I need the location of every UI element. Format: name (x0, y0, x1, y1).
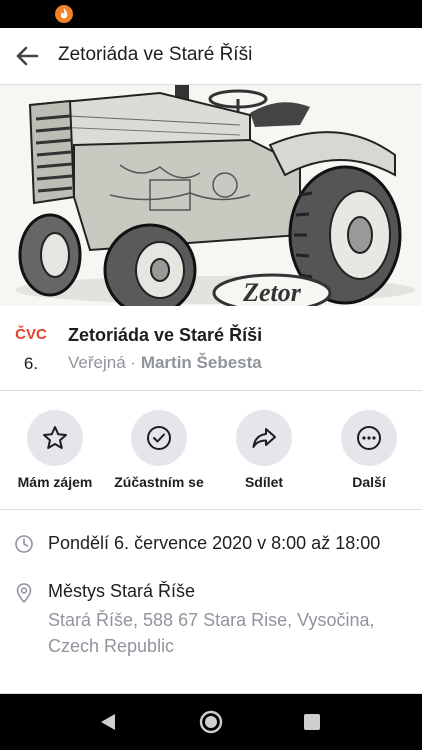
page-title: Zetoriáda ve Staré Říši (58, 44, 253, 65)
event-location-row[interactable]: Městys Stará Říše Stará Říše, 588 67 Sta… (0, 578, 422, 668)
star-icon (43, 426, 67, 449)
status-bar (0, 0, 422, 28)
event-title: Zetoriáda ve Staré Říši (68, 325, 263, 345)
nav-back-icon[interactable] (98, 712, 118, 732)
meta-separator: · (130, 353, 137, 372)
event-date-month: ČVC (15, 326, 47, 343)
event-host-link[interactable]: Martin Šebesta (141, 353, 262, 372)
going-button[interactable]: Zúčastním se (104, 410, 214, 500)
share-button[interactable]: Sdílet (209, 410, 319, 500)
more-button[interactable]: Další (314, 410, 422, 500)
clock-icon (15, 535, 33, 553)
nav-home-icon[interactable] (199, 710, 223, 734)
nav-recent-apps-icon[interactable] (304, 714, 320, 730)
more-button-circle[interactable] (341, 410, 397, 466)
system-navigation-bar (0, 694, 422, 750)
event-actions: Mám zájem Zúčastním se Sdílet Další (0, 391, 422, 510)
share-button-circle[interactable] (236, 410, 292, 466)
event-datetime-row[interactable]: Pondělí 6. července 2020 v 8:00 až 18:00 (0, 530, 422, 560)
more-icon (357, 426, 381, 450)
app-notification-icon (55, 5, 73, 23)
back-arrow-icon[interactable] (14, 44, 40, 68)
more-label: Další (352, 474, 386, 490)
going-button-circle[interactable] (131, 410, 187, 466)
share-icon (252, 428, 276, 448)
interested-label: Mám zájem (17, 474, 93, 490)
location-pin-icon (16, 583, 32, 604)
app-bar: Zetoriáda ve Staré Říši (0, 28, 422, 85)
event-datetime: Pondělí 6. července 2020 v 8:00 až 18:00 (48, 533, 381, 553)
interested-button-circle[interactable] (27, 410, 83, 466)
zetor-logo: Zetor (242, 278, 302, 306)
event-details: Pondělí 6. července 2020 v 8:00 až 18:00… (0, 510, 422, 694)
tractor-illustration: Zetor (0, 85, 422, 306)
check-circle-icon (147, 426, 171, 450)
event-meta: Veřejná · Martin Šebesta (68, 353, 262, 373)
event-cover-photo[interactable]: Zetor (0, 85, 422, 306)
event-date-day: 6. (23, 354, 39, 373)
event-place-address: Stará Říše, 588 67 Stara Rise, Vysočina,… (48, 610, 375, 656)
event-place-name: Městys Stará Říše (48, 581, 196, 601)
interested-button[interactable]: Mám zájem (0, 410, 110, 500)
event-privacy: Veřejná (68, 353, 126, 372)
event-header: ČVC 6. Zetoriáda ve Staré Říši Veřejná ·… (0, 306, 422, 391)
share-label: Sdílet (244, 474, 284, 490)
going-label: Zúčastním se (114, 474, 204, 490)
